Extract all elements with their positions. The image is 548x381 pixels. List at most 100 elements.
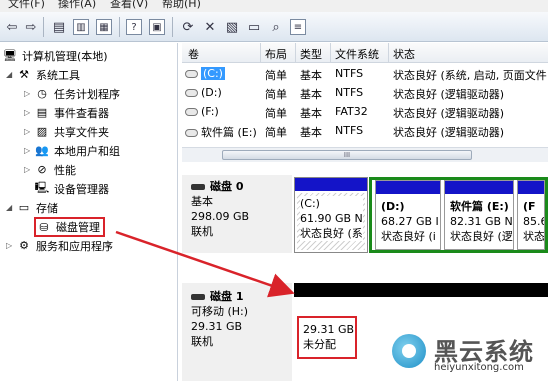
tree-local-users-label: 本地用户和组 bbox=[54, 144, 120, 158]
performance-icon: ⊘ bbox=[37, 163, 47, 176]
partition-f[interactable]: (F 85.6 状态 bbox=[517, 180, 545, 250]
tree-performance[interactable]: ▷ ⊘ 性能 bbox=[24, 160, 76, 179]
up-folder-icon[interactable]: ▤ bbox=[50, 18, 68, 36]
partition-label: (F bbox=[523, 200, 536, 213]
tree-storage-label: 存储 bbox=[36, 201, 58, 215]
column-layout[interactable]: 布局 bbox=[265, 46, 287, 62]
volume-layout: 简单 bbox=[265, 69, 287, 82]
partition-e-text: 软件篇 (E:) 82.31 GB N 状态良好 (逻 bbox=[450, 199, 513, 244]
storage-icon: ▭ bbox=[18, 201, 30, 214]
volume-name-text: (C:) bbox=[201, 67, 225, 80]
column-divider[interactable] bbox=[330, 43, 331, 63]
volume-layout: 简单 bbox=[265, 126, 287, 139]
column-divider[interactable] bbox=[295, 43, 296, 63]
expand-arrow-icon[interactable]: ▷ bbox=[24, 89, 34, 98]
table-row[interactable]: (F:) 简单 基本 FAT32 状态良好 (逻辑驱动器) bbox=[182, 102, 548, 121]
partition-bar bbox=[518, 181, 544, 194]
column-divider[interactable] bbox=[260, 43, 261, 63]
tree-system-tools-label: 系统工具 bbox=[36, 68, 80, 82]
properties-icon[interactable]: ▧ bbox=[223, 18, 241, 36]
column-divider[interactable] bbox=[388, 43, 389, 63]
table-row[interactable]: (D:) 简单 基本 NTFS 状态良好 (逻辑驱动器) bbox=[182, 83, 548, 102]
partition-bar bbox=[445, 181, 513, 194]
back-arrow-icon[interactable]: ⇦ bbox=[3, 18, 21, 36]
partition-bar bbox=[295, 178, 367, 191]
column-status[interactable]: 状态 bbox=[393, 46, 415, 62]
tree-services[interactable]: ▷ ⚙ 服务和应用程序 bbox=[6, 236, 113, 255]
drive-icon bbox=[185, 108, 198, 116]
console-icon[interactable]: ▦ bbox=[96, 19, 112, 35]
search-icon[interactable]: ⌕ bbox=[267, 18, 285, 36]
delete-icon[interactable]: ✕ bbox=[201, 18, 219, 36]
partition-label: 软件篇 (E:) bbox=[450, 200, 509, 213]
collapse-arrow-icon[interactable]: ◢ bbox=[6, 203, 16, 212]
partition-label: (C:) bbox=[300, 197, 320, 210]
volume-status: 状态良好 (逻辑驱动器) bbox=[393, 107, 505, 120]
tools-icon: ⚒ bbox=[19, 68, 29, 81]
tree-device-manager[interactable]: 🖳 设备管理器 bbox=[34, 179, 109, 198]
forward-arrow-icon[interactable]: ⇨ bbox=[22, 18, 40, 36]
table-row[interactable]: (C:) 简单 基本 NTFS 状态良好 (系统, 启动, 页面文件 bbox=[182, 64, 548, 83]
tree-local-users[interactable]: ▷ 👥 本地用户和组 bbox=[24, 141, 120, 160]
menu-help[interactable]: 帮助(H) bbox=[162, 0, 201, 11]
expand-arrow-icon[interactable]: ▷ bbox=[24, 165, 34, 174]
volume-status: 状态良好 (逻辑驱动器) bbox=[393, 126, 505, 139]
tree-system-tools[interactable]: ◢ ⚒ 系统工具 bbox=[6, 65, 80, 84]
show-tree-icon[interactable]: ▥ bbox=[73, 19, 89, 35]
partition-d[interactable]: (D:) 68.27 GB I 状态良好 (i bbox=[375, 180, 441, 250]
device-manager-icon: 🖳 bbox=[34, 181, 50, 194]
volume-name: 软件篇 (E:) bbox=[185, 124, 257, 140]
volume-type: 基本 bbox=[300, 107, 322, 120]
expand-arrow-icon[interactable]: ▷ bbox=[6, 241, 16, 250]
volume-name: (F:) bbox=[185, 105, 219, 118]
disk1-name: 磁盘 1 bbox=[210, 290, 244, 303]
computer-icon: 🖥 bbox=[3, 49, 17, 62]
disk0-name: 磁盘 0 bbox=[210, 180, 244, 193]
tree-task-scheduler[interactable]: ▷ ◷ 任务计划程序 bbox=[24, 84, 120, 103]
table-row[interactable]: 软件篇 (E:) 简单 基本 NTFS 状态良好 (逻辑驱动器) bbox=[182, 121, 548, 140]
scrollbar-thumb[interactable]: III bbox=[222, 150, 472, 160]
tree-root[interactable]: 🖥 计算机管理(本地) bbox=[2, 46, 108, 65]
view-pane-icon[interactable]: ▣ bbox=[149, 19, 165, 35]
partition-size: 85.6 bbox=[523, 215, 544, 228]
volume-list: 卷 布局 类型 文件系统 状态 (C:) 简单 基本 NTFS 状态良好 (系统… bbox=[182, 43, 548, 147]
disk1-label[interactable]: 磁盘 1 可移动 (H:) 29.31 GB 联机 bbox=[182, 283, 292, 381]
tree-event-viewer[interactable]: ▷ ▤ 事件查看器 bbox=[24, 103, 109, 122]
expand-arrow-icon[interactable]: ▷ bbox=[24, 146, 34, 155]
partition-f-text: (F 85.6 状态 bbox=[523, 199, 544, 244]
tree-storage[interactable]: ◢ ▭ 存储 bbox=[6, 198, 58, 217]
tree-root-label: 计算机管理(本地) bbox=[22, 49, 108, 63]
column-type[interactable]: 类型 bbox=[300, 46, 322, 62]
refresh-icon[interactable]: ⟳ bbox=[179, 18, 197, 36]
partition-e[interactable]: 软件篇 (E:) 82.31 GB N 状态良好 (逻 bbox=[444, 180, 514, 250]
disk0-kind: 基本 bbox=[191, 195, 213, 208]
toolbar-separator bbox=[43, 17, 44, 37]
collapse-arrow-icon[interactable]: ◢ bbox=[6, 70, 16, 79]
menu-action[interactable]: 操作(A) bbox=[58, 0, 96, 11]
unallocated-highlight: 29.31 GB 未分配 bbox=[297, 316, 357, 359]
tree-shared-folders[interactable]: ▷ ▨ 共享文件夹 bbox=[24, 122, 109, 141]
disk0-label[interactable]: 磁盘 0 基本 298.09 GB 联机 bbox=[182, 175, 292, 253]
open-folder-icon[interactable]: ▭ bbox=[245, 18, 263, 36]
volume-filesystem: NTFS bbox=[335, 67, 364, 80]
partition-c[interactable]: (C:) 61.90 GB N 状态良好 (系 bbox=[294, 177, 368, 253]
help-icon[interactable]: ? bbox=[126, 19, 142, 35]
volume-name: (D:) bbox=[185, 86, 222, 99]
horizontal-scrollbar[interactable]: III bbox=[182, 147, 548, 162]
volume-name-text: (F:) bbox=[201, 105, 219, 118]
disk0-size: 298.09 GB bbox=[191, 210, 250, 223]
export-list-icon[interactable]: ≡ bbox=[290, 19, 306, 35]
tree-disk-management[interactable]: ⛁ 磁盘管理 bbox=[34, 217, 105, 237]
disk-icon bbox=[191, 294, 205, 300]
tree-disk-management-label: 磁盘管理 bbox=[56, 221, 100, 234]
column-filesystem[interactable]: 文件系统 bbox=[335, 46, 379, 62]
menu-view[interactable]: 查看(V) bbox=[110, 0, 148, 11]
expand-arrow-icon[interactable]: ▷ bbox=[24, 127, 34, 136]
menu-bar: 文件(F) 操作(A) 查看(V) 帮助(H) bbox=[0, 0, 548, 12]
unallocated-size: 29.31 GB bbox=[303, 323, 355, 336]
menu-file[interactable]: 文件(F) bbox=[8, 0, 45, 11]
expand-arrow-icon[interactable]: ▷ bbox=[24, 108, 34, 117]
column-volume[interactable]: 卷 bbox=[188, 46, 199, 62]
partition-bar bbox=[376, 181, 440, 194]
toolbar-separator bbox=[172, 17, 173, 37]
